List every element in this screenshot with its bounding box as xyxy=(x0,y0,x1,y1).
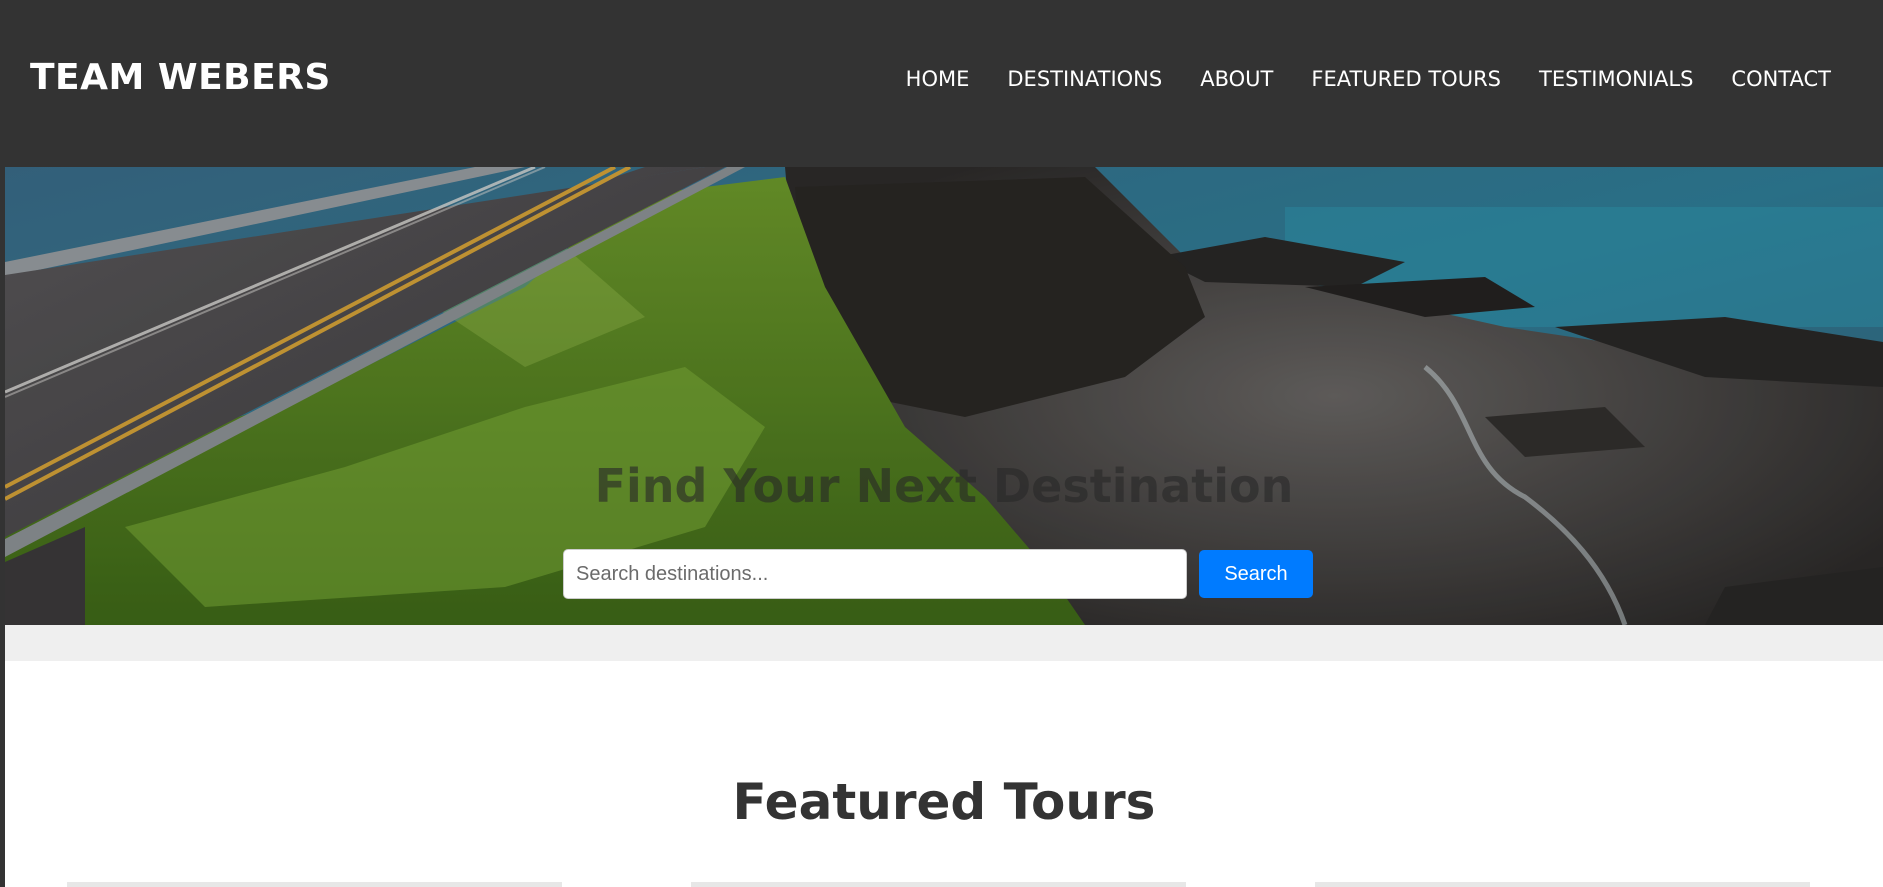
page: TEAM WEBERS HOME DESTINATIONS ABOUT FEAT… xyxy=(5,0,1883,887)
main-nav: HOME DESTINATIONS ABOUT FEATURED TOURS T… xyxy=(906,66,1831,92)
nav-about-link[interactable]: ABOUT xyxy=(1200,66,1273,92)
nav-featured-tours-link[interactable]: FEATURED TOURS xyxy=(1311,66,1501,92)
nav-contact-link[interactable]: CONTACT xyxy=(1731,66,1831,92)
search-input[interactable] xyxy=(563,549,1187,599)
site-header: TEAM WEBERS HOME DESTINATIONS ABOUT FEAT… xyxy=(5,0,1883,167)
search-bar: Search xyxy=(563,549,1313,599)
nav-home-link[interactable]: HOME xyxy=(906,66,970,92)
tour-card[interactable] xyxy=(67,882,562,887)
tour-card[interactable] xyxy=(1315,882,1810,887)
site-logo[interactable]: TEAM WEBERS xyxy=(30,56,331,100)
section-divider xyxy=(5,625,1883,661)
nav-destinations-link[interactable]: DESTINATIONS xyxy=(1007,66,1162,92)
hero-section: Find Your Next Destination Search xyxy=(5,167,1883,625)
search-button[interactable]: Search xyxy=(1199,550,1313,598)
nav-testimonials-link[interactable]: TESTIMONIALS xyxy=(1539,66,1693,92)
hero-title: Find Your Next Destination xyxy=(594,459,1294,513)
tour-card[interactable] xyxy=(691,882,1186,887)
featured-tours-title: Featured Tours xyxy=(732,773,1156,831)
